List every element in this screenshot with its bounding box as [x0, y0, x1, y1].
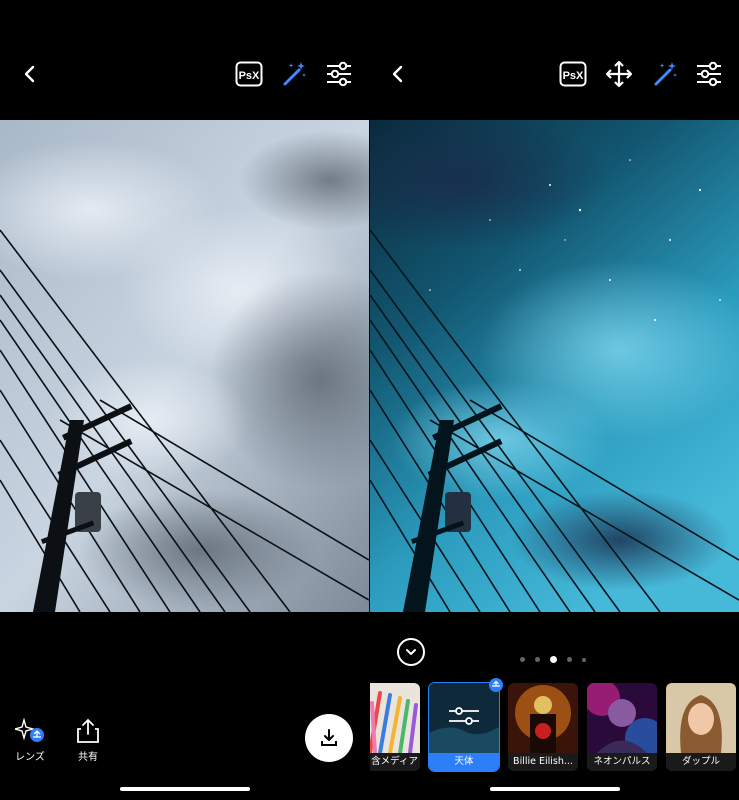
edited-photo — [370, 120, 739, 612]
psx-icon: PsX — [559, 61, 587, 87]
right-panel: PsX 含メディア 天体 Billie Eilish... ネオンパルス ダップ… — [370, 0, 739, 800]
lens-item[interactable]: ネオンパルス — [587, 683, 657, 771]
download-icon — [321, 729, 337, 746]
lens-item[interactable]: 含メディア — [370, 683, 420, 771]
home-indicator[interactable] — [119, 787, 250, 791]
adjust-button[interactable] — [693, 58, 725, 90]
adjust-button[interactable] — [323, 58, 355, 90]
lens-item-selected[interactable]: 天体 — [428, 682, 500, 772]
magic-wand-button[interactable] — [278, 58, 310, 90]
move-arrows-icon — [605, 60, 633, 88]
sliders-icon — [697, 61, 721, 87]
lens-thumbnail — [666, 683, 736, 753]
right-toolbar: PsX — [370, 0, 739, 120]
lens-thumbnail — [370, 683, 420, 753]
psx-label: PsX — [563, 70, 584, 82]
premium-badge — [489, 678, 503, 692]
share-icon — [77, 719, 99, 743]
chevron-left-icon — [392, 65, 403, 83]
lens-name: 天体 — [429, 753, 499, 771]
collapse-panel-button[interactable] — [397, 638, 425, 666]
lens-carousel[interactable]: 含メディア 天体 Billie Eilish... ネオンパルス ダップル — [370, 678, 739, 773]
chevron-left-icon — [24, 65, 35, 83]
lens-button[interactable]: レンズ — [8, 718, 52, 763]
page-dot[interactable] — [520, 657, 525, 662]
left-toolbar: PsX — [0, 0, 369, 120]
lens-item[interactable]: ダップル — [666, 683, 736, 771]
magic-wand-button[interactable] — [649, 58, 681, 90]
sparkle-lens-icon — [15, 718, 44, 742]
left-panel: PsX レンズ 共有 — [0, 0, 369, 800]
page-dot[interactable] — [535, 657, 540, 662]
lens-thumbnail — [508, 683, 578, 753]
move-button[interactable] — [603, 58, 635, 90]
psx-label: PsX — [239, 70, 260, 82]
premium-icon — [492, 680, 500, 687]
lens-name: 含メディア — [370, 753, 420, 771]
share-label: 共有 — [78, 752, 98, 763]
lens-name: Billie Eilish... — [508, 753, 578, 771]
lens-label: レンズ — [15, 752, 45, 763]
chevron-down-icon — [406, 649, 416, 655]
page-dot[interactable] — [567, 657, 572, 662]
psx-button[interactable]: PsX — [557, 58, 589, 90]
psx-button[interactable]: PsX — [233, 58, 265, 90]
lens-thumbnail — [429, 683, 499, 753]
download-button[interactable] — [305, 714, 353, 762]
psx-icon: PsX — [235, 61, 263, 87]
lens-thumbnail — [587, 683, 657, 753]
lens-name: ネオンパルス — [587, 753, 657, 771]
page-dot-active[interactable] — [550, 656, 557, 663]
magic-wand-icon — [654, 62, 677, 86]
home-indicator[interactable] — [489, 787, 620, 791]
share-button[interactable]: 共有 — [66, 718, 110, 763]
back-button[interactable] — [382, 58, 414, 90]
carousel-page-indicator — [520, 656, 586, 663]
lens-item[interactable]: Billie Eilish... — [508, 683, 578, 771]
back-button[interactable] — [14, 58, 46, 90]
lens-name: ダップル — [666, 753, 736, 771]
magic-wand-icon — [283, 62, 306, 86]
sliders-icon — [327, 61, 351, 87]
original-photo — [0, 120, 369, 612]
page-dot[interactable] — [582, 657, 586, 662]
